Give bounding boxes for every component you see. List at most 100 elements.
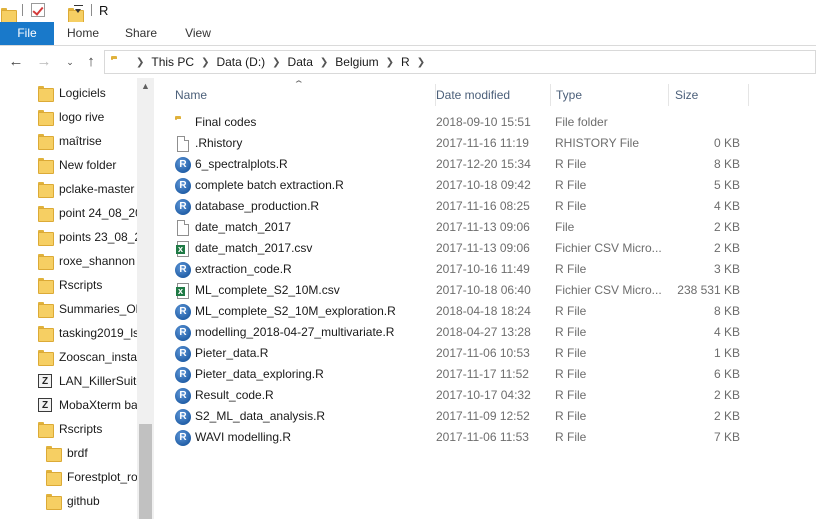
folder-icon (38, 134, 54, 150)
file-name: Result_code.R (195, 388, 274, 402)
folder-icon (38, 278, 54, 294)
properties-icon[interactable] (31, 3, 45, 17)
nav-item[interactable]: point 24_08_20 (38, 202, 137, 224)
folder-icon (38, 182, 54, 198)
toolbar-separator (91, 4, 92, 16)
file-row[interactable]: R Pieter_data.R 2017-11-06 10:53 R File 1 KB (154, 343, 816, 364)
nav-item-label: maîtrise (59, 134, 102, 148)
nav-item[interactable]: maîtrise (38, 130, 137, 152)
file-row[interactable]: Rextraction_code.R 2017-10-16 11:49 R File… (154, 259, 816, 280)
folder-icon (46, 494, 62, 510)
address-bar[interactable]: ❯ This PC ❯ Data (D:) ❯ Data ❯ Belgium ❯… (104, 50, 816, 74)
file-row[interactable]: R Result_code.R 2017-10-17 04:32 R File 2 KB (154, 385, 816, 406)
column-header-type[interactable]: Type (550, 84, 669, 106)
file-date-modified: 2018-09-10 15:51 (436, 115, 531, 129)
nav-item[interactable]: Z LAN_KillerSuite (38, 370, 137, 392)
r-file-icon: R (175, 367, 191, 383)
breadcrumb-this-pc[interactable]: This PC (151, 55, 194, 69)
folder-icon (38, 86, 54, 102)
nav-item[interactable]: tasking2019_lsf (38, 322, 137, 344)
ribbon-tabs: File Home Share View (0, 22, 816, 46)
nav-scrollbar[interactable]: ▲ (137, 78, 154, 519)
nav-item[interactable]: points 23_08_2( (38, 226, 137, 248)
file-row[interactable]: R S2_ML_data_analysis.R 2017-11-09 12:52 R … (154, 406, 816, 427)
breadcrumb-r[interactable]: R (401, 55, 410, 69)
file-row[interactable]: Final codes 2018-09-10 15:51 File folder (154, 112, 816, 133)
column-header-size[interactable]: Size (669, 84, 749, 106)
nav-item[interactable]: pclake-master (38, 178, 137, 200)
nav-item[interactable]: Rscripts (38, 418, 137, 440)
nav-item-label: Rscripts (59, 422, 103, 436)
file-list: ⌃ Name Date modified Type Size Final cod… (154, 78, 816, 519)
nav-item[interactable]: New folder (38, 154, 137, 176)
file-date-modified: 2017-10-17 04:32 (436, 388, 531, 402)
folder-icon (38, 206, 54, 222)
chevron-right-icon[interactable]: ❯ (386, 57, 394, 68)
nav-item[interactable]: github (46, 490, 137, 512)
file-row[interactable]: R WAVI modelling.R 2017-11-06 11:53 R File 7… (154, 427, 816, 448)
tab-file[interactable]: File (0, 22, 54, 45)
navigation-pane: Logiciels logo rive maîtrise New folder pcla… (0, 78, 154, 519)
breadcrumb-data-drive[interactable]: Data (D:) (216, 55, 265, 69)
file-name: complete batch extraction.R (195, 178, 344, 192)
tab-view[interactable]: View (177, 22, 219, 45)
up-arrow-icon[interactable]: ↑ (83, 54, 99, 70)
back-arrow-icon[interactable]: ← (8, 54, 24, 70)
file-size: 1 KB (713, 346, 740, 360)
r-file-icon: R (175, 178, 191, 194)
file-row[interactable]: .Rhistory 2017-11-16 11:19 RHISTORY File 0 … (154, 133, 816, 154)
scrollbar-thumb[interactable] (139, 424, 152, 519)
file-size: 2 KB (713, 409, 740, 423)
file-row[interactable]: ML_complete_S2_10M.csv 2017-10-18 06:40 Fi… (154, 280, 816, 301)
recent-locations-chevron-icon[interactable]: ⌄ (62, 54, 78, 70)
file-row[interactable]: date_match_2017.csv 2017-11-13 09:06 Fichi… (154, 238, 816, 259)
chevron-right-icon[interactable]: ❯ (417, 57, 425, 68)
file-row[interactable]: R 6_spectralplots.R 2017-12-20 15:34 R File… (154, 154, 816, 175)
folder-icon (46, 470, 62, 486)
folder-icon (38, 254, 54, 270)
chevron-right-icon[interactable]: ❯ (272, 57, 280, 68)
breadcrumb-belgium[interactable]: Belgium (335, 55, 378, 69)
nav-item[interactable]: Summaries_Ok (38, 298, 137, 320)
file-type: R File (555, 178, 587, 192)
tab-share[interactable]: Share (119, 22, 163, 45)
nav-item[interactable]: Rscripts (38, 274, 137, 296)
file-row[interactable]: R Pieter_data_exploring.R 2017-11-17 11:52… (154, 364, 816, 385)
nav-item[interactable]: logo rive (38, 106, 137, 128)
chevron-right-icon[interactable]: ❯ (201, 57, 209, 68)
forward-arrow-icon[interactable]: → (36, 54, 52, 70)
scroll-up-arrow-icon[interactable]: ▲ (137, 78, 154, 95)
file-row[interactable]: Rcomplete batch extraction.R 2017-10-18 0… (154, 175, 816, 196)
nav-item[interactable]: Zooscan_instal (38, 346, 137, 368)
file-row[interactable]: R ML_complete_S2_10M_exploration.R 2018-04… (154, 301, 816, 322)
breadcrumb: ❯ This PC ❯ Data (D:) ❯ Data ❯ Belgium ❯… (129, 51, 432, 73)
breadcrumb-data[interactable]: Data (288, 55, 313, 69)
file-type: R File (555, 325, 587, 339)
file-date-modified: 2018-04-18 18:24 (436, 304, 531, 318)
file-row[interactable]: Rdatabase_production.R 2017-11-16 08:25 R … (154, 196, 816, 217)
nav-item-label: github (67, 494, 100, 508)
chevron-right-icon[interactable]: ❯ (320, 57, 328, 68)
customize-quick-access-icon[interactable] (74, 5, 83, 15)
nav-item[interactable]: Logiciels (38, 82, 137, 104)
r-file-icon: R (175, 199, 191, 215)
file-row[interactable]: date_match_2017 2017-11-13 09:06 File 2 KB (154, 217, 816, 238)
nav-item[interactable]: roxe_shannon (38, 250, 137, 272)
nav-item-label: Logiciels (59, 86, 106, 100)
file-name: Final codes (195, 115, 257, 129)
file-size: 0 KB (713, 136, 740, 150)
chevron-right-icon[interactable]: ❯ (136, 57, 144, 68)
file-name: modelling_2018-04-27_multivariate.R (195, 325, 395, 339)
nav-item[interactable]: brdf (46, 442, 137, 464)
column-header-name[interactable]: Name (169, 84, 436, 106)
nav-item[interactable]: Z MobaXterm ba (38, 394, 137, 416)
column-header-date-modified[interactable]: Date modified (430, 84, 551, 106)
nav-item[interactable]: Forestplot_ro: (46, 466, 137, 488)
file-type: R File (555, 199, 587, 213)
tab-home[interactable]: Home (62, 22, 104, 45)
file-date-modified: 2017-11-17 11:52 (436, 367, 529, 381)
nav-item-label: tasking2019_lsf (59, 326, 137, 340)
file-row[interactable]: Rmodelling_2018-04-27_multivariate.R 2018… (154, 322, 816, 343)
folder-icon (38, 302, 54, 318)
nav-item-label: point 24_08_20 (59, 206, 137, 220)
